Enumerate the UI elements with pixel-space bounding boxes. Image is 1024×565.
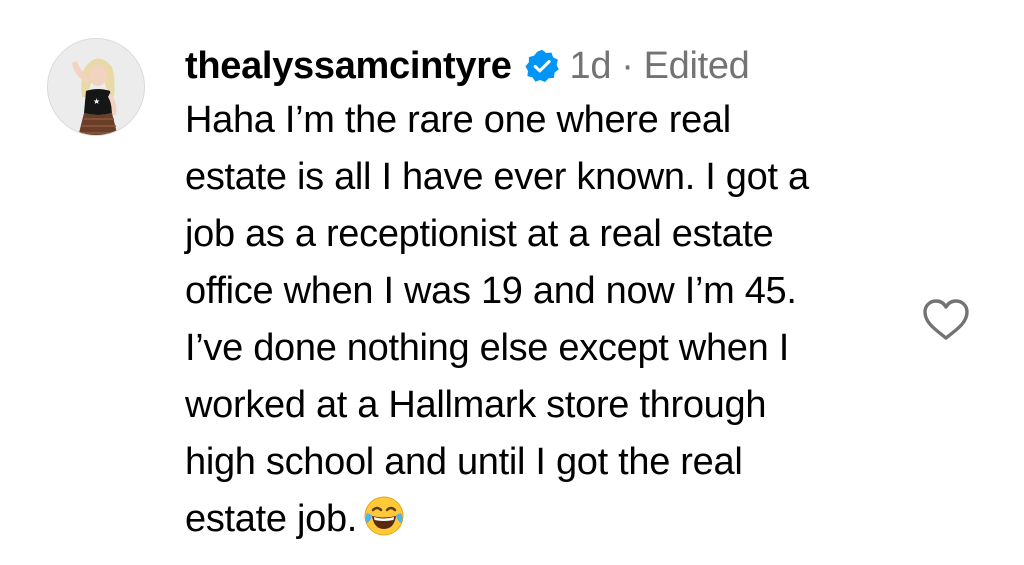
verified-badge-icon (524, 48, 560, 84)
comment-text: Haha I’m the rare one where real estate … (185, 92, 885, 548)
heart-outline-icon (923, 299, 969, 340)
meta-separator: · (621, 45, 634, 87)
comment-time: 1d (569, 45, 612, 87)
comment: ★ thealyssamcintyre 1d · Edited Haha I’m… (0, 0, 1024, 565)
edited-label: Edited (643, 45, 750, 87)
svg-text:★: ★ (93, 97, 100, 106)
avatar-photo: ★ (48, 39, 144, 135)
username-link[interactable]: thealyssamcintyre (185, 40, 512, 92)
avatar[interactable]: ★ (47, 38, 145, 136)
like-button[interactable] (922, 298, 970, 342)
face-with-tears-of-joy-icon (363, 495, 405, 537)
comment-content: thealyssamcintyre 1d · Edited Haha I’m t… (185, 40, 885, 548)
comment-header: thealyssamcintyre 1d · Edited (185, 40, 885, 92)
comment-text-body: Haha I’m the rare one where real estate … (185, 99, 809, 540)
